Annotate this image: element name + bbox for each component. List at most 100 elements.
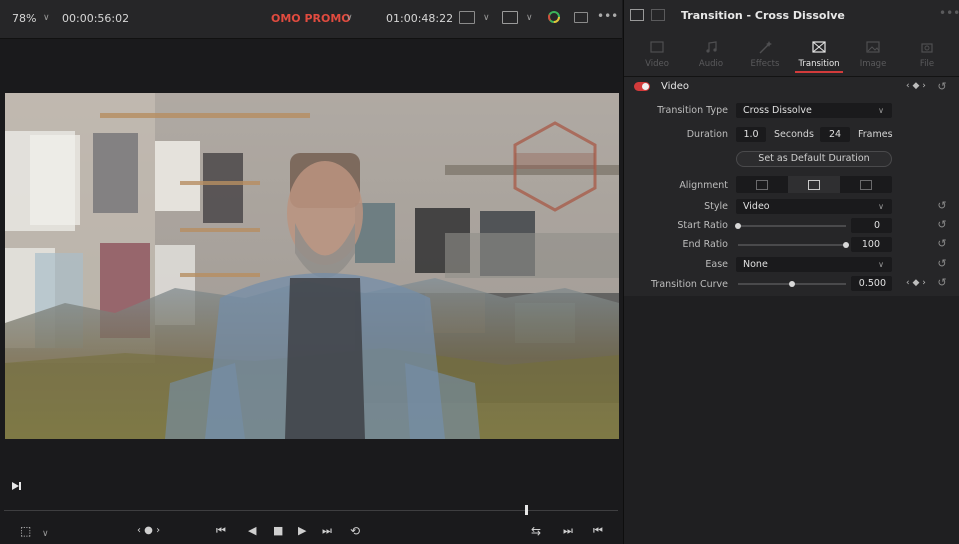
align-start-icon — [860, 180, 872, 190]
transition-icon — [811, 39, 827, 53]
end-ratio-slider[interactable] — [738, 244, 846, 246]
style-value: Video — [743, 201, 770, 212]
safe-area-icon[interactable]: ⬚ — [20, 524, 31, 538]
video-frame[interactable] — [5, 93, 619, 439]
end-ratio-label: End Ratio — [682, 239, 728, 250]
start-ratio-value: 0 — [873, 220, 880, 231]
duration-frames-field[interactable]: 24 — [820, 127, 850, 142]
skip-to-start-icon[interactable]: ⏮ — [216, 524, 226, 538]
tab-label: Audio — [698, 59, 724, 69]
source-timecode: 00:00:56:02 — [62, 12, 130, 25]
more-options-icon[interactable]: ••• — [597, 9, 618, 23]
playhead[interactable] — [524, 505, 528, 515]
transition-type-label: Transition Type — [657, 105, 728, 116]
ease-label: Ease — [705, 259, 728, 270]
set-default-duration-button[interactable]: Set as Default Duration — [736, 151, 892, 167]
inspector-more-icon[interactable]: ••• — [939, 6, 959, 20]
transition-curve-reset-icon[interactable]: ↺ — [936, 277, 948, 289]
file-icon — [919, 39, 935, 53]
ease-dropdown[interactable]: None ∨ — [736, 257, 892, 272]
output-chevron-down-icon[interactable]: ∨ — [526, 13, 533, 23]
inspector-tabs: Video Audio Effects Transition Image File — [624, 30, 959, 77]
tab-transition[interactable]: Transition — [792, 30, 846, 76]
go-to-first-frame-icon[interactable] — [10, 480, 22, 492]
stop-icon[interactable]: ■ — [273, 524, 283, 538]
frames-label: Frames — [858, 129, 893, 140]
transition-type-value: Cross Dissolve — [743, 105, 812, 116]
seconds-label: Seconds — [774, 129, 814, 140]
transition-curve-value: 0.500 — [858, 278, 886, 289]
jog-icon[interactable]: ‹ ● › — [137, 524, 160, 538]
tab-image[interactable]: Image — [846, 30, 900, 76]
split-view-icon[interactable] — [651, 9, 665, 21]
align-center-icon — [808, 180, 820, 190]
viewer-toolbar: 78% ∨ 00:00:56:02 OMO PROMO ∨ 01:00:48:2… — [0, 0, 622, 39]
mark-in-icon[interactable]: ⏭ — [563, 524, 573, 538]
record-timecode: 01:00:48:22 — [386, 12, 454, 25]
skip-to-end-icon[interactable]: ⏭ — [322, 524, 332, 538]
end-ratio-knob[interactable] — [843, 242, 849, 248]
start-ratio-field[interactable]: 0 — [851, 218, 892, 233]
safe-area-chevron-down-icon[interactable]: ∨ — [42, 527, 49, 541]
tab-label: Image — [859, 59, 887, 69]
fullscreen-icon[interactable] — [574, 12, 588, 23]
keyframe-nav-icon[interactable]: ‹ ◆ › — [906, 81, 926, 91]
loop-icon[interactable]: ⟲ — [350, 524, 360, 538]
inspector-title-bar: Transition - Cross Dissolve ••• — [624, 0, 959, 30]
tab-label: Transition — [798, 59, 840, 69]
transition-type-chevron-down-icon: ∨ — [878, 106, 884, 115]
image-icon — [865, 39, 881, 53]
play-icon[interactable]: ▶ — [298, 524, 306, 538]
start-ratio-knob[interactable] — [735, 223, 741, 229]
clip-view-icon[interactable] — [459, 11, 475, 24]
duration-seconds-field[interactable]: 1.0 — [736, 127, 766, 142]
match-frame-icon[interactable]: ⇆ — [531, 524, 541, 538]
output-monitor-icon[interactable] — [502, 11, 518, 24]
ease-reset-icon[interactable]: ↺ — [936, 258, 948, 270]
curve-keyframe-nav-icon[interactable]: ‹ ◆ › — [906, 278, 926, 288]
align-end-at-edit-button[interactable] — [736, 176, 788, 193]
video-enable-toggle[interactable] — [634, 82, 650, 91]
style-reset-icon[interactable]: ↺ — [936, 200, 948, 212]
tab-file[interactable]: File — [900, 30, 954, 76]
video-icon — [649, 39, 665, 53]
viewer — [0, 39, 622, 500]
style-label: Style — [704, 201, 728, 212]
play-reverse-icon[interactable]: ◀ — [248, 524, 256, 538]
transition-curve-field[interactable]: 0.500 — [851, 276, 892, 291]
timeline-name[interactable]: OMO PROMO — [271, 12, 351, 25]
end-ratio-value: 100 — [861, 239, 880, 250]
zoom-chevron-down-icon[interactable]: ∨ — [43, 13, 50, 23]
clip-view-chevron-down-icon[interactable]: ∨ — [483, 13, 490, 23]
color-wheel-icon[interactable] — [546, 9, 562, 25]
transition-type-dropdown[interactable]: Cross Dissolve ∨ — [736, 103, 892, 118]
timeline-chevron-down-icon[interactable]: ∨ — [346, 13, 353, 23]
inspector-title: Transition - Cross Dissolve — [681, 9, 845, 22]
end-ratio-reset-icon[interactable]: ↺ — [936, 238, 948, 250]
zoom-level[interactable]: 78% — [12, 12, 36, 25]
tab-effects[interactable]: Effects — [738, 30, 792, 76]
transition-curve-knob[interactable] — [789, 281, 795, 287]
mark-out-icon[interactable]: ⏮ — [593, 524, 603, 538]
tab-audio[interactable]: Audio — [684, 30, 738, 76]
align-center-on-edit-button[interactable] — [788, 176, 840, 193]
alignment-label: Alignment — [679, 180, 728, 191]
inspector-view-icon[interactable] — [630, 9, 644, 21]
section-title: Video — [661, 81, 690, 92]
section-reset-icon[interactable]: ↺ — [936, 81, 948, 93]
start-ratio-label: Start Ratio — [677, 220, 728, 231]
style-chevron-down-icon: ∨ — [878, 202, 884, 211]
duration-label: Duration — [686, 129, 728, 140]
scrubber[interactable] — [0, 500, 622, 520]
transition-curve-label: Transition Curve — [651, 279, 728, 290]
magic-wand-icon — [757, 39, 773, 54]
tab-video[interactable]: Video — [630, 30, 684, 76]
end-ratio-field[interactable]: 100 — [851, 237, 892, 252]
style-dropdown[interactable]: Video ∨ — [736, 199, 892, 214]
transport-bar — [0, 520, 622, 544]
start-ratio-reset-icon[interactable]: ↺ — [936, 219, 948, 231]
align-start-on-edit-button[interactable] — [840, 176, 892, 193]
start-ratio-slider[interactable] — [738, 225, 846, 227]
tab-label: Video — [645, 59, 669, 69]
video-section: Video ‹ ◆ › ↺ Transition Type Cross Diss… — [624, 77, 959, 296]
